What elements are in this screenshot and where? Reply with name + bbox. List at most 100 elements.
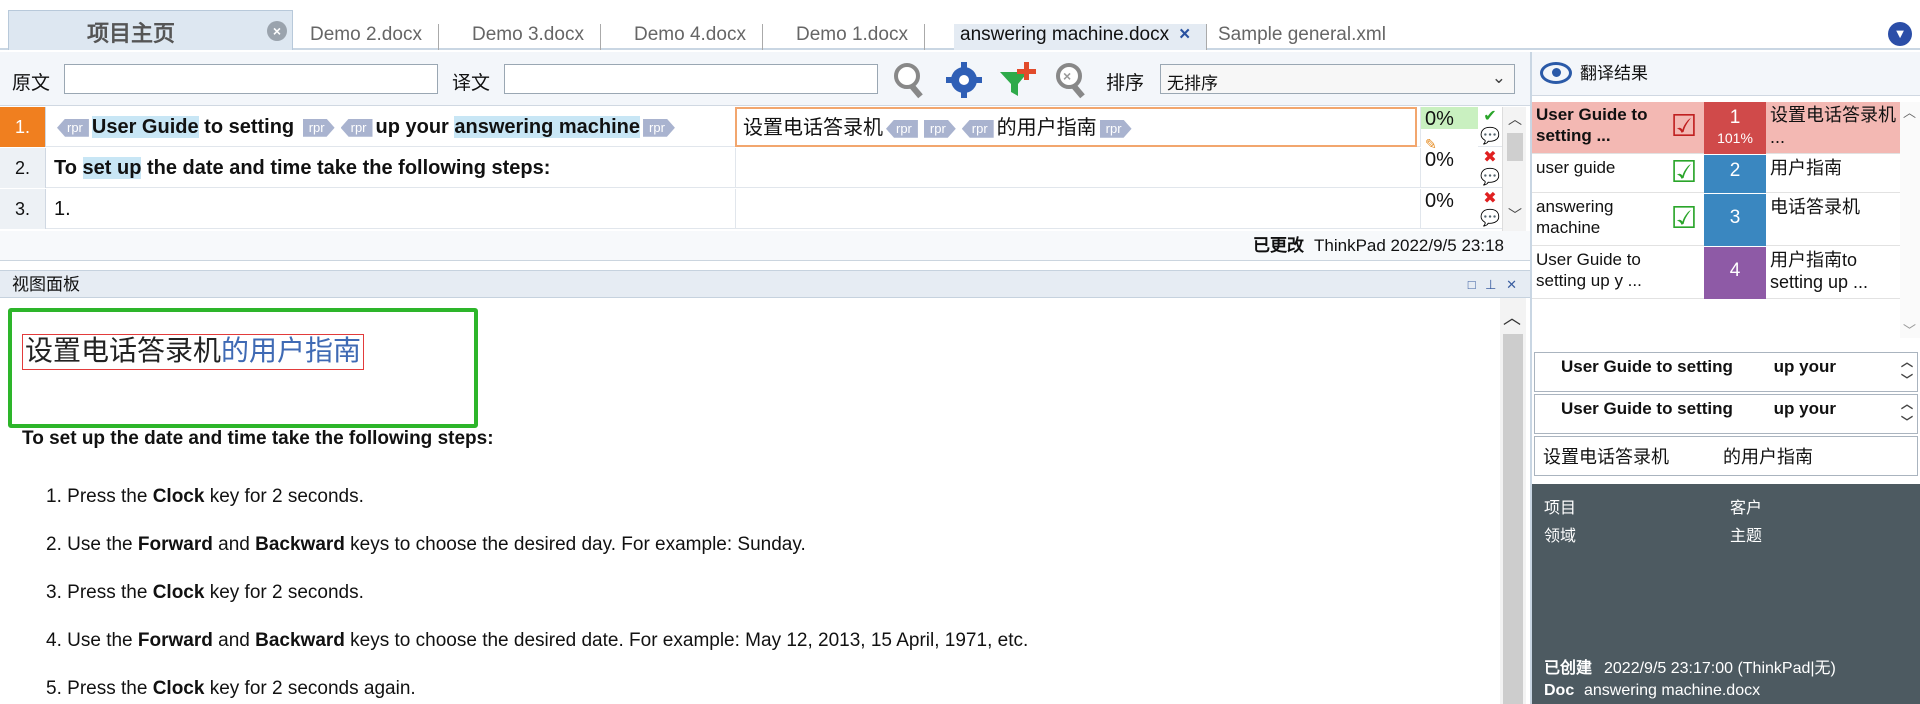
eye-icon[interactable] (1540, 62, 1572, 84)
segment-source[interactable]: 1. (48, 189, 733, 229)
segment-edit-info: 已更改 ThinkPad 2022/9/5 23:18 (0, 231, 1530, 261)
segment-number: 2. (0, 148, 46, 188)
tab-demo-1[interactable]: Demo 1.docx (796, 24, 925, 50)
tab-demo-3[interactable]: Demo 3.docx (472, 24, 601, 50)
segment-source[interactable]: rpr User Guide to setting rpr rpr up your a… (48, 107, 733, 147)
created-label: 已创建 (1544, 660, 1593, 677)
tag-icon: rpr (961, 119, 994, 138)
step-key: Forward (137, 534, 213, 555)
translation-results-panel: 翻译结果 User Guide to setting ... ☑ 1 101% 设… (1530, 52, 1920, 704)
close-icon[interactable]: × (1179, 24, 1190, 45)
clear-search-icon[interactable]: × (1052, 60, 1092, 100)
compare-text: up your (1773, 357, 1836, 376)
chevron-up-icon[interactable]: ︿ (1508, 109, 1522, 129)
step-key: Clock (152, 486, 205, 507)
results-title: 翻译结果 (1580, 64, 1648, 83)
target-filter-input[interactable] (504, 64, 878, 94)
segment-row-3[interactable]: 3. 1. 0% ✖ 💬 (0, 189, 1510, 229)
check-icon: ☑ (1670, 202, 1698, 235)
search-icon[interactable] (890, 60, 930, 100)
segment-source[interactable]: To set up the date and time take the fol… (48, 148, 733, 188)
target-text: 的用户指南 (996, 117, 1097, 139)
tab-project-home[interactable]: 项目主页 × (8, 10, 293, 50)
chevron-down-icon[interactable]: ﹀ (1903, 320, 1916, 339)
step-number: 5. (46, 678, 62, 699)
step-key: Backward (255, 534, 345, 555)
domain-label: 领域 (1544, 528, 1577, 545)
chevron-up-icon[interactable]: ︿ (1903, 102, 1916, 121)
tm-match-row[interactable]: answering machine ☑ 3 电话答录机 (1532, 194, 1900, 246)
comment-icon[interactable]: 💬 (1480, 128, 1500, 145)
scroll-thumb[interactable] (1503, 334, 1523, 704)
tab-demo-2[interactable]: Demo 2.docx (310, 24, 439, 50)
tag-icon: rpr (1100, 120, 1132, 138)
dropdown-menu-icon[interactable]: ▼ (1888, 22, 1912, 46)
tab-label: Sample general.xml (1218, 24, 1386, 45)
step-key: Forward (137, 630, 213, 651)
preview-scrollbar[interactable]: ︿ (1500, 298, 1526, 704)
scroll-arrows-icon[interactable]: ︿ ﹀ (1901, 353, 1913, 389)
comment-icon[interactable]: 💬 (1480, 169, 1500, 186)
created-value: 2022/9/5 23:17:00 (ThinkPad|无) (1604, 660, 1836, 677)
source-filter-input[interactable] (64, 64, 438, 94)
tab-demo-4[interactable]: Demo 4.docx (634, 24, 763, 50)
preview-title[interactable]: 设置电话答录机的用户指南 (22, 334, 365, 370)
tag-icon: rpr (643, 119, 675, 137)
comment-icon[interactable]: 💬 (1480, 210, 1500, 227)
gear-icon[interactable] (944, 60, 984, 100)
view-panel-header: 视图面板 □ ⊥ ✕ (0, 270, 1530, 298)
segment-target-editor[interactable]: 设置电话答录机 rpr rpr rpr 的用户指南 rpr (735, 107, 1417, 147)
chevron-down-icon: ⌄ (1491, 68, 1506, 87)
step-key: Backward (255, 630, 345, 651)
step-text: key for 2 seconds. (204, 582, 364, 603)
source-compare-box: User Guide to setting up your ︿ ﹀ (1534, 352, 1918, 392)
tm-match-index: 2 (1704, 155, 1766, 193)
match-percent: 0% (1420, 189, 1478, 229)
chevron-down-icon[interactable]: ﹀ (1508, 205, 1522, 225)
segment-status: ✖ 💬 (1478, 189, 1502, 229)
scroll-thumb[interactable] (1507, 133, 1523, 161)
svg-text:×: × (1063, 68, 1071, 84)
subject-label: 主题 (1730, 528, 1763, 545)
preview-step: 3. Press the Clock key for 2 seconds. (46, 582, 364, 604)
tag-icon: rpr (57, 118, 89, 137)
compare-text: User Guide to setting (1561, 399, 1733, 418)
tag-icon: rpr (886, 119, 918, 138)
tm-match-index: 3 (1704, 194, 1766, 246)
doc-value: answering machine.docx (1584, 682, 1761, 699)
tm-match-row[interactable]: User Guide to setting ... ☑ 1 101% 设置电话答录… (1532, 102, 1900, 154)
step-number: 1. (46, 486, 62, 507)
tm-scrollbar[interactable]: ︿ ﹀ (1900, 102, 1920, 338)
tm-match-row[interactable]: User Guide to setting up y ... 4 用户指南to … (1532, 247, 1900, 299)
segment-target[interactable] (735, 189, 1417, 229)
step-text: Use the (67, 534, 138, 555)
close-icon[interactable]: × (267, 21, 287, 41)
check-icon: ✔ (1483, 108, 1497, 125)
tm-match-row[interactable]: user guide ☑ 2 用户指南 (1532, 155, 1900, 193)
edit-status: 已更改 (1253, 236, 1305, 255)
grid-scrollbar[interactable]: ︿ ﹀ (1502, 107, 1526, 231)
segment-target[interactable] (735, 148, 1417, 188)
step-text: Use the (67, 630, 138, 651)
tm-source: User Guide to setting ... (1536, 105, 1648, 145)
segment-row-1[interactable]: 1. rpr User Guide to setting rpr rpr up you… (0, 107, 1510, 152)
cross-icon: ✖ (1483, 149, 1497, 166)
tab-label: Demo 1.docx (796, 24, 908, 45)
edit-info: ThinkPad 2022/9/5 23:18 (1314, 236, 1504, 255)
tab-sample-general[interactable]: Sample general.xml (1218, 24, 1402, 50)
tm-target: 电话答录机 (1770, 197, 1860, 217)
sort-select[interactable]: 无排序 ⌄ (1160, 64, 1515, 94)
add-filter-icon[interactable] (998, 60, 1038, 100)
tab-label: answering machine.docx (960, 24, 1170, 45)
chevron-up-icon[interactable]: ︿ (1503, 304, 1521, 330)
sort-select-value: 无排序 (1167, 74, 1218, 93)
filter-bar: 原文 译文 × 排序 无排序 ⌄ (0, 52, 1530, 106)
scroll-arrows-icon[interactable]: ︿ ﹀ (1901, 395, 1913, 431)
panel-controls[interactable]: □ ⊥ ✕ (1468, 271, 1520, 298)
segment-row-2[interactable]: 2. To set up the date and time take the … (0, 148, 1510, 188)
tab-answering-machine[interactable]: answering machine.docx × (954, 24, 1208, 50)
match-percent: 0% (1420, 148, 1478, 188)
source-text: To (54, 157, 77, 179)
source-filter-label: 原文 (12, 73, 51, 94)
source-term: set up (82, 157, 142, 179)
